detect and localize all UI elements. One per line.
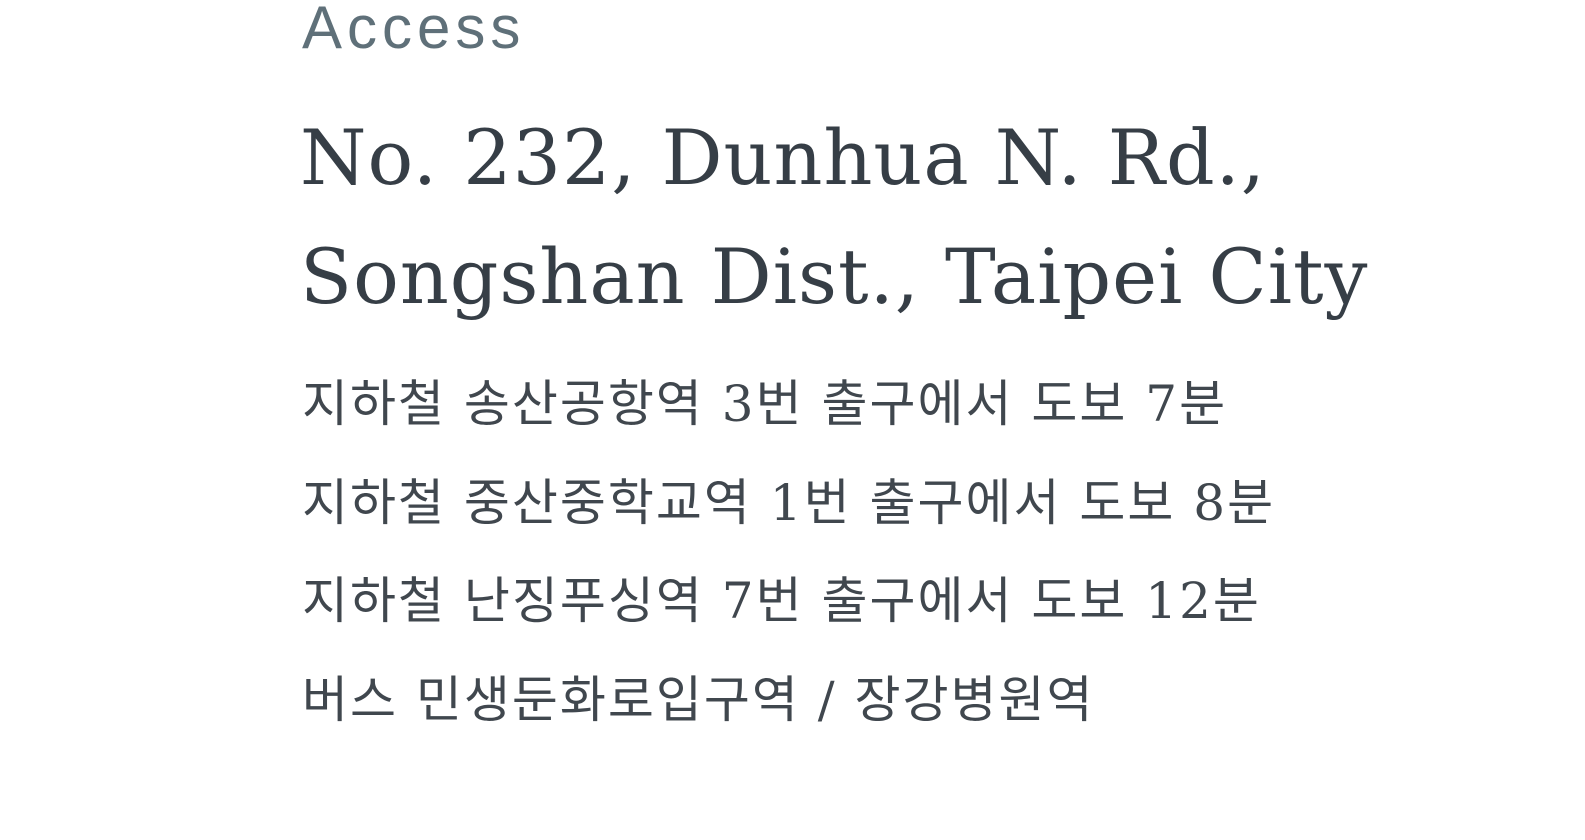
- direction-subway-zhongshan-junior-high: 지하철 중산중학교역 1번 출구에서 도보 8분: [302, 473, 1276, 532]
- section-label: Access: [302, 0, 526, 61]
- direction-subway-songshan-airport: 지하철 송산공항역 3번 출구에서 도보 7분: [302, 375, 1228, 433]
- address-line-district: Songshan Dist., Taipei City: [300, 232, 1369, 321]
- directions-list: 지하철 송산공항역 3번 출구에서 도보 7분 지하철 중산중학교역 1번 출구…: [302, 362, 1275, 756]
- direction-subway-nanjing-fuxing: 지하철 난징푸싱역 7번 출구에서 도보 12분: [302, 572, 1261, 630]
- direction-bus: 버스 민생둔화로입구역 / 장강병원역: [302, 670, 1095, 729]
- access-section: Access No. 232, Dunhua N. Rd., Songshan …: [0, 0, 1585, 840]
- address-line-street: No. 232, Dunhua N. Rd.,: [300, 113, 1266, 202]
- address: No. 232, Dunhua N. Rd., Songshan Dist., …: [300, 98, 1368, 336]
